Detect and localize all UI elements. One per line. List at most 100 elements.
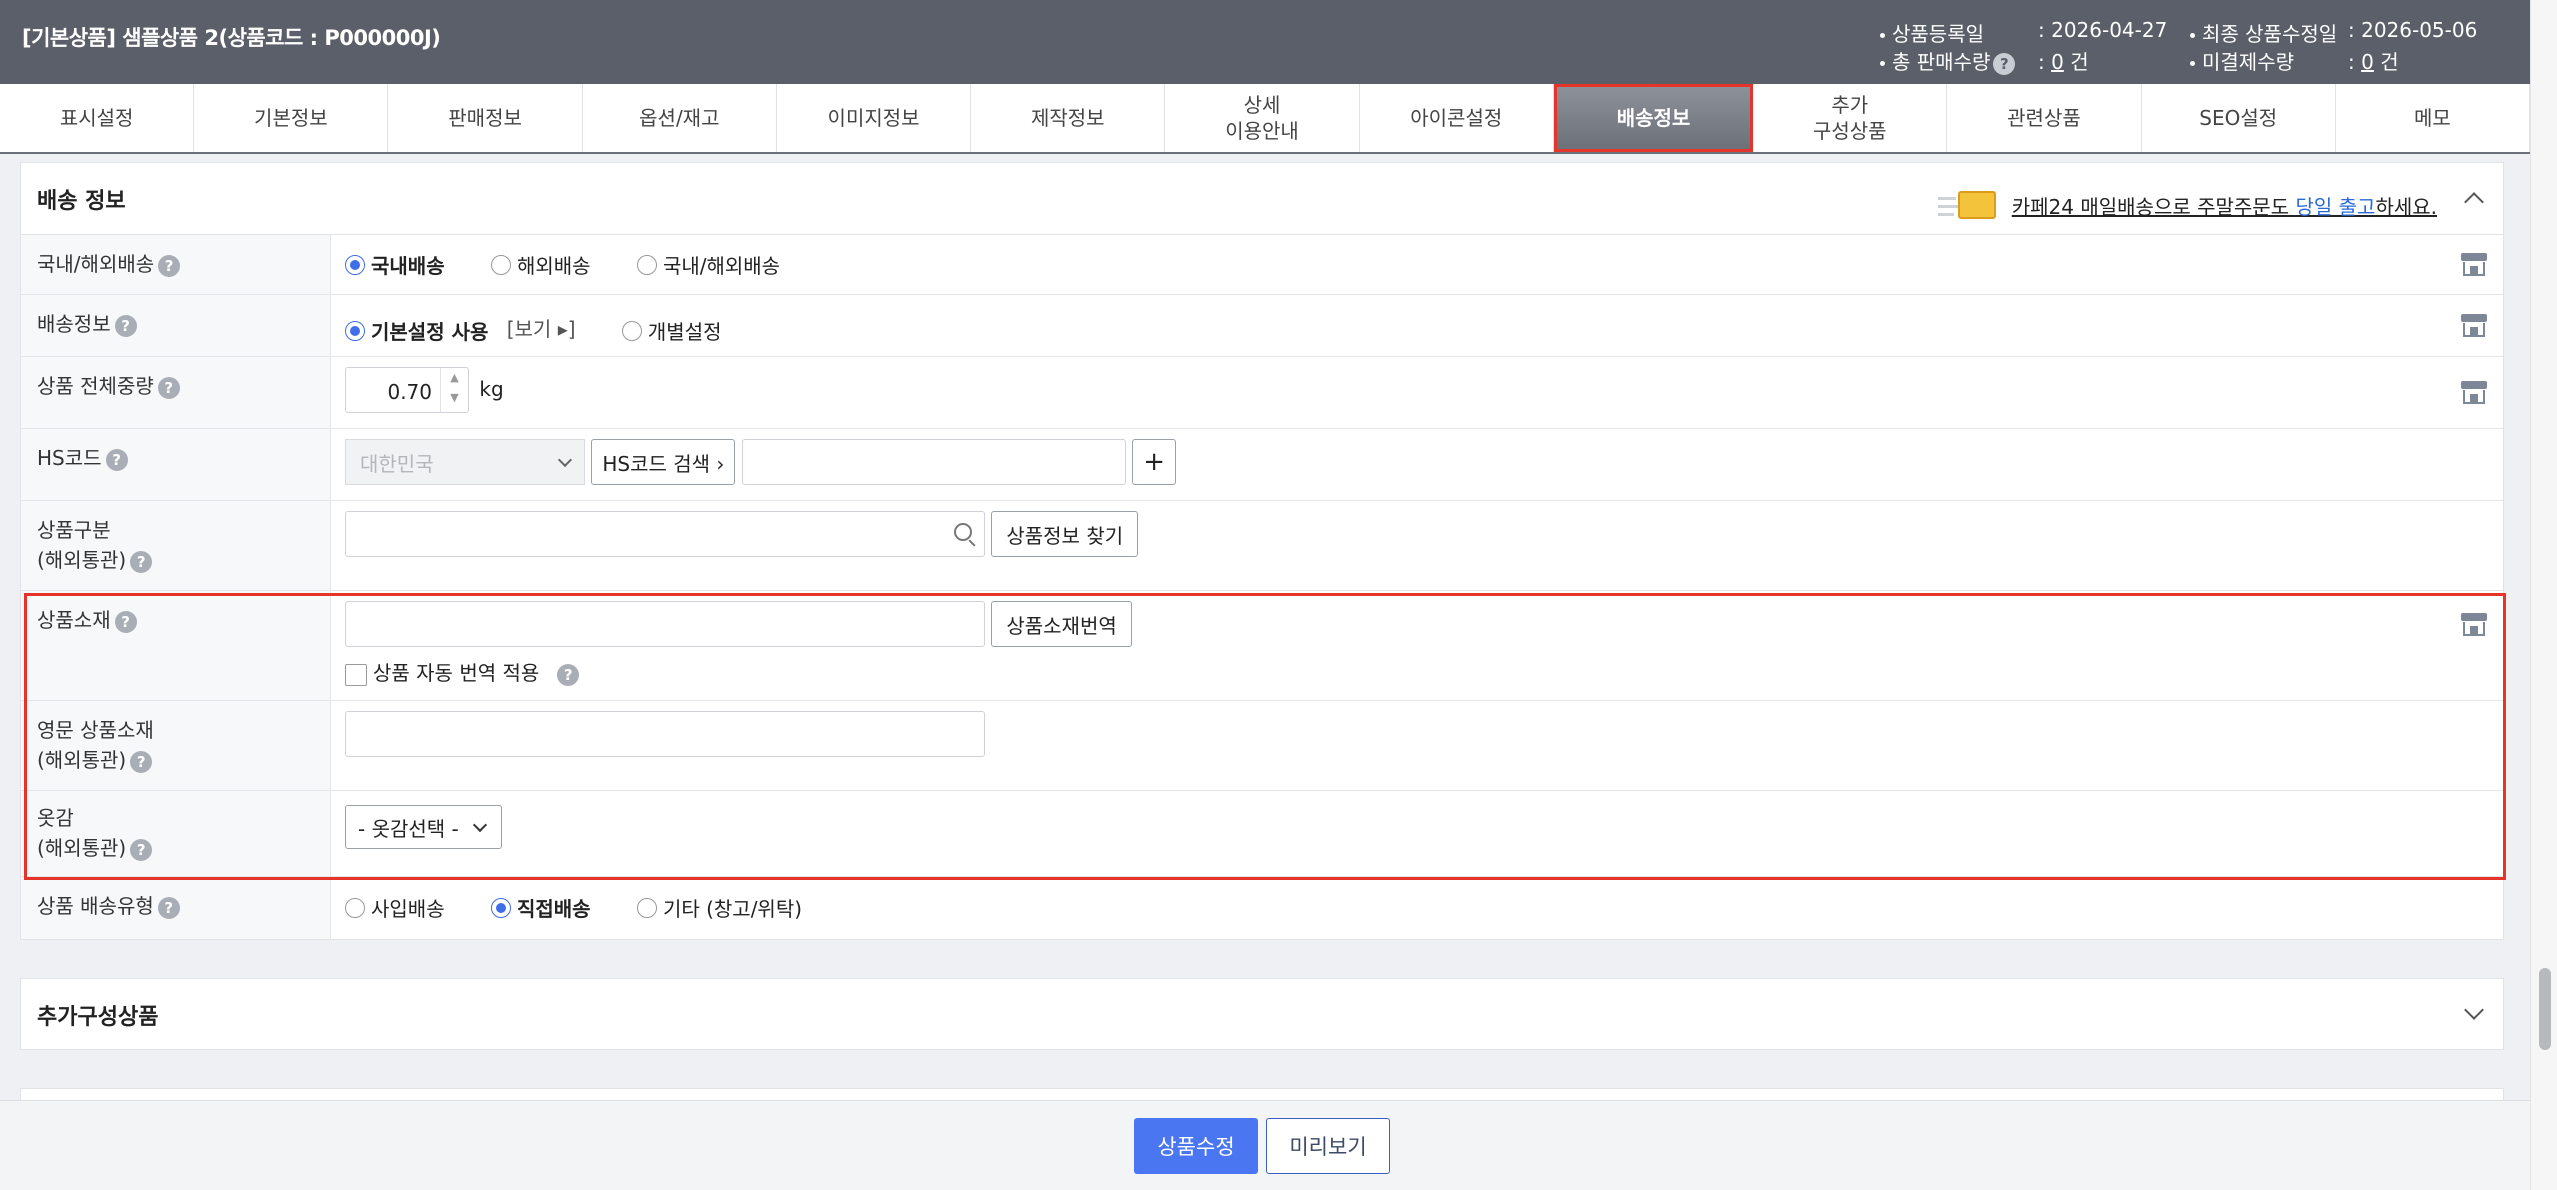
radio-custom-setting[interactable]: 개별설정 bbox=[621, 316, 722, 345]
store-icon[interactable] bbox=[2461, 611, 2487, 637]
promo-text[interactable]: 카페24 매일배송으로 주말주문도 당일 출고하세요. bbox=[2012, 191, 2437, 220]
help-icon[interactable]: ? bbox=[158, 254, 181, 277]
total-sales: 총 판매수량? bbox=[1880, 46, 2016, 75]
row-label: 상품 전체중량? bbox=[21, 357, 331, 428]
row-content: 0.70 ▲ ▼ kg bbox=[331, 357, 2503, 428]
tab-10[interactable]: 관련상품 bbox=[1947, 84, 2142, 152]
page-header: [기본상품] 샘플상품 2(상품코드 : P000000J) 상품등록일 : 2… bbox=[0, 0, 2530, 84]
promo-banner[interactable]: 카페24 매일배송으로 주말주문도 당일 출고하세요. bbox=[1937, 187, 2437, 223]
material-english-input[interactable] bbox=[345, 711, 985, 757]
auto-translate-option: 상품 자동 번역 적용? bbox=[345, 657, 2489, 686]
help-icon[interactable]: ? bbox=[130, 750, 153, 773]
collapse-chevron-icon[interactable] bbox=[2464, 192, 2484, 212]
help-icon[interactable]: ? bbox=[157, 896, 180, 919]
fabric-select[interactable]: - 옷감선택 - bbox=[345, 805, 502, 849]
help-icon[interactable]: ? bbox=[114, 610, 137, 633]
scrollbar[interactable] bbox=[2530, 0, 2557, 1190]
tab-1[interactable]: 기본정보 bbox=[194, 84, 389, 152]
find-product-info-button[interactable]: 상품정보 찾기 bbox=[991, 511, 1139, 557]
row-content: 사입배송 직접배송 기타 (창고/위탁) bbox=[331, 877, 2503, 939]
material-translate-button[interactable]: 상품소재번역 bbox=[991, 601, 1132, 647]
row-label: 영문 상품소재 (해외통관)? bbox=[21, 701, 331, 790]
row-label: 상품구분 (해외통관)? bbox=[21, 501, 331, 590]
delivery-box-icon bbox=[1937, 187, 1998, 223]
row-weight: 상품 전체중량? 0.70 ▲ ▼ kg bbox=[21, 357, 2503, 429]
extra-products-header[interactable]: 추가구성상품 bbox=[21, 979, 2503, 1051]
help-icon[interactable]: ? bbox=[130, 550, 153, 573]
sales-count-link[interactable]: 0 bbox=[2051, 50, 2064, 74]
row-label: 국내/해외배송? bbox=[21, 235, 331, 294]
tab-0[interactable]: 표시설정 bbox=[0, 84, 195, 152]
help-icon[interactable]: ? bbox=[1993, 52, 2016, 75]
row-material-english: 영문 상품소재 (해외통관)? bbox=[21, 701, 2503, 791]
tab-2[interactable]: 판매정보 bbox=[388, 84, 583, 152]
promo-link[interactable]: 당일 출고 bbox=[2295, 195, 2375, 219]
reg-date: 상품등록일 bbox=[1880, 18, 1984, 47]
store-icon[interactable] bbox=[2461, 251, 2487, 277]
row-content: 국내배송 해외배송 국내/해외배송 bbox=[331, 235, 2503, 294]
reg-date-value: : 2026-04-27 bbox=[2038, 18, 2168, 42]
tab-6[interactable]: 상세 이용안내 bbox=[1165, 84, 1360, 152]
unpaid-count: 미결제수량 bbox=[2190, 46, 2294, 75]
tab-3[interactable]: 옵션/재고 bbox=[583, 84, 777, 152]
save-button[interactable]: 상품수정 bbox=[1134, 1118, 1258, 1174]
weight-unit: kg bbox=[479, 376, 504, 401]
country-select[interactable]: 대한민국 bbox=[345, 439, 585, 485]
store-icon[interactable] bbox=[2461, 312, 2487, 338]
row-content: 기본설정 사용 [보기 ▸] 개별설정 bbox=[331, 295, 2503, 356]
auto-translate-checkbox[interactable] bbox=[345, 663, 367, 686]
material-input[interactable] bbox=[345, 601, 985, 647]
unpaid-count-value: : 0 건 bbox=[2348, 50, 2399, 74]
help-icon[interactable]: ? bbox=[157, 376, 180, 399]
expand-chevron-icon[interactable] bbox=[2464, 1000, 2484, 1020]
tab-bar: 표시설정 기본정보 판매정보 옵션/재고 이미지정보 제작정보 상세 이용안내 아이콘설정 배송… bbox=[0, 84, 2531, 154]
category-search-input[interactable] bbox=[345, 511, 985, 557]
row-content bbox=[331, 701, 2503, 790]
row-label: HS코드? bbox=[21, 429, 331, 500]
shipping-panel-header[interactable]: 배송 정보 카페24 매일배송으로 주말주문도 당일 출고하세요. bbox=[21, 163, 2503, 235]
hscode-search-button[interactable]: HS코드 검색 › bbox=[591, 439, 736, 485]
view-link[interactable]: [보기 ▸] bbox=[507, 317, 576, 341]
help-icon[interactable]: ? bbox=[557, 663, 580, 686]
help-icon[interactable]: ? bbox=[130, 838, 153, 861]
row-material: 상품소재? 상품소재번역 상품 자동 번역 적용? bbox=[21, 591, 2503, 701]
row-content: - 옷감선택 - bbox=[331, 791, 2503, 876]
row-domestic-overseas: 국내/해외배송? 국내배송 해외배송 국내/해외배송 bbox=[21, 235, 2503, 295]
tab-4[interactable]: 이미지정보 bbox=[777, 84, 972, 152]
weight-input[interactable]: 0.70 ▲ ▼ bbox=[345, 367, 469, 413]
row-delivery-type: 상품 배송유형? 사입배송 직접배송 기타 (창고/위탁) bbox=[21, 877, 2503, 939]
radio-domestic-overseas[interactable]: 국내/해외배송 bbox=[636, 250, 780, 279]
help-icon[interactable]: ? bbox=[114, 314, 137, 337]
row-hscode: HS코드? 대한민국 HS코드 검색 › + bbox=[21, 429, 2503, 501]
radio-direct-delivery[interactable]: 직접배송 bbox=[490, 893, 591, 922]
row-label: 옷감 (해외통관)? bbox=[21, 791, 331, 876]
add-hscode-button[interactable]: + bbox=[1132, 439, 1177, 485]
hscode-input[interactable] bbox=[741, 439, 1126, 485]
extra-products-panel: 추가구성상품 bbox=[20, 978, 2504, 1050]
section-title: 추가구성상품 bbox=[37, 1005, 159, 1030]
radio-other-delivery[interactable]: 기타 (창고/위탁) bbox=[636, 893, 802, 922]
row-content: 상품소재번역 상품 자동 번역 적용? bbox=[331, 591, 2503, 700]
tab-8[interactable]: 배송정보 bbox=[1553, 84, 1754, 152]
tab-7[interactable]: 아이콘설정 bbox=[1360, 84, 1554, 152]
radio-domestic[interactable]: 국내배송 bbox=[345, 250, 445, 279]
store-icon[interactable] bbox=[2461, 379, 2487, 405]
preview-button[interactable]: 미리보기 bbox=[1266, 1118, 1390, 1174]
radio-overseas[interactable]: 해외배송 bbox=[490, 250, 591, 279]
radio-purchase-delivery[interactable]: 사입배송 bbox=[345, 893, 445, 922]
scrollbar-thumb[interactable] bbox=[2539, 968, 2551, 1050]
help-icon[interactable]: ? bbox=[105, 448, 128, 471]
tab-5[interactable]: 제작정보 bbox=[971, 84, 1166, 152]
action-bar: 상품수정 미리보기 bbox=[0, 1100, 2530, 1190]
unpaid-count-link[interactable]: 0 bbox=[2361, 50, 2374, 74]
mod-date-value: : 2026-05-06 bbox=[2348, 18, 2478, 42]
tab-9[interactable]: 추가 구성상품 bbox=[1753, 84, 1948, 152]
section-title: 배송 정보 bbox=[37, 188, 126, 214]
total-sales-value: : 0 건 bbox=[2038, 50, 2089, 74]
tab-11[interactable]: SEO설정 bbox=[2142, 84, 2336, 152]
row-label: 배송정보? bbox=[21, 295, 331, 356]
radio-default-setting[interactable]: 기본설정 사용 bbox=[345, 316, 488, 345]
mod-date: 최종 상품수정일 bbox=[2190, 18, 2337, 47]
tab-12[interactable]: 메모 bbox=[2336, 84, 2531, 152]
weight-stepper[interactable]: ▲ ▼ bbox=[440, 368, 468, 412]
